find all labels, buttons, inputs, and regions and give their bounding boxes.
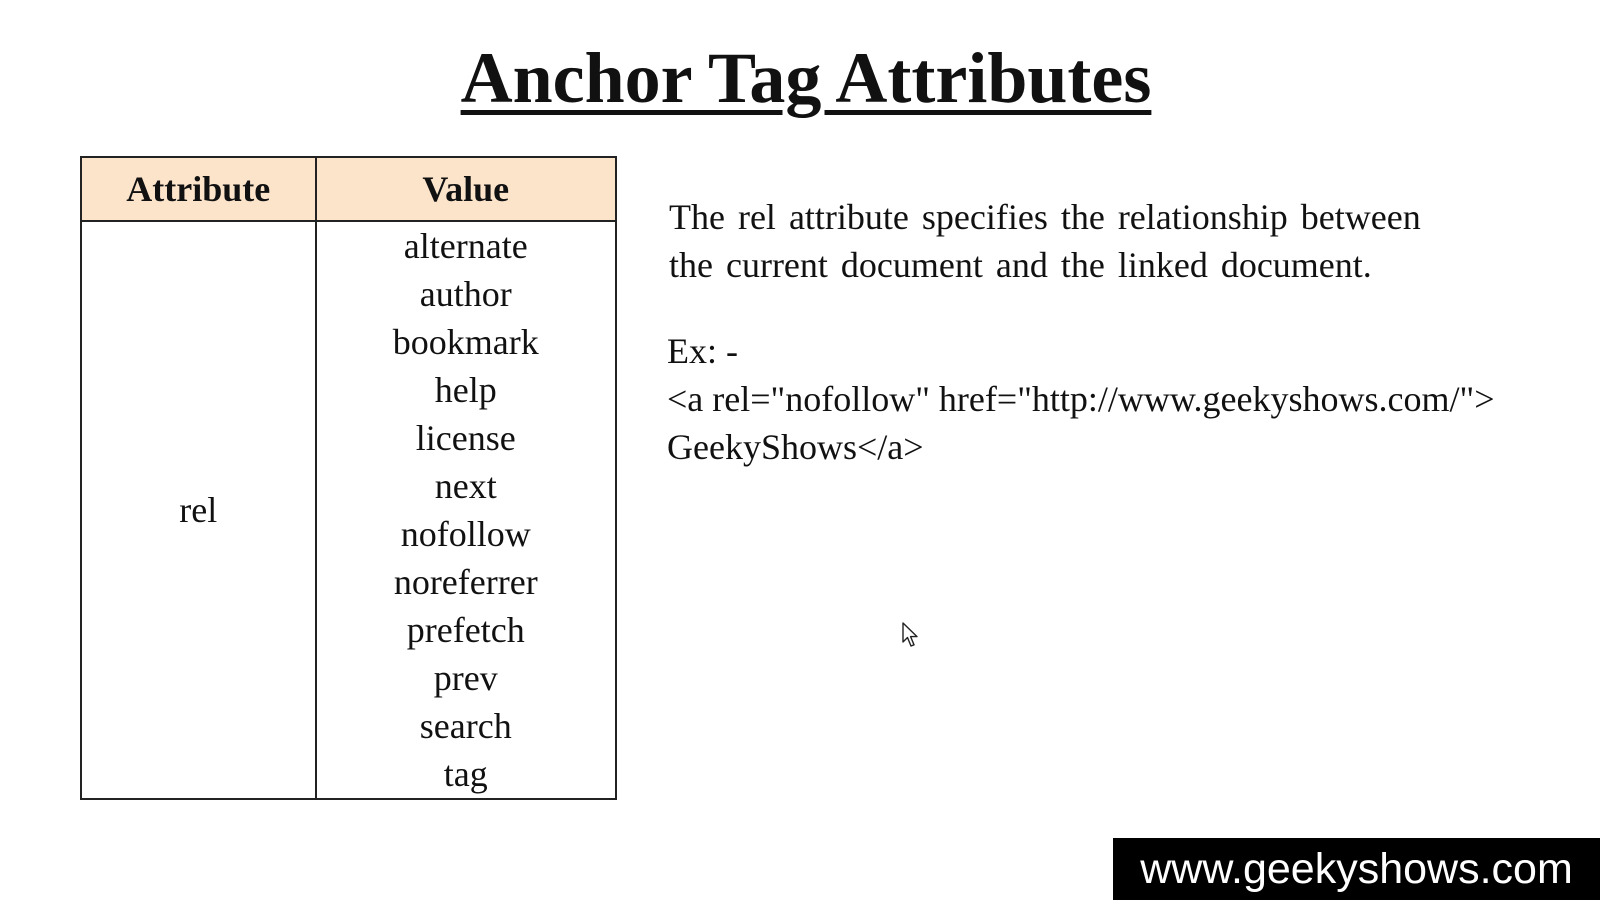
value-item: noreferrer — [393, 562, 538, 602]
watermark-banner: www.geekyshows.com — [1113, 838, 1600, 900]
value-item: help — [434, 370, 497, 410]
example-code-line: GeekyShows</a> — [667, 427, 924, 467]
table-row: rel alternate author bookmark help licen… — [80, 220, 618, 800]
header-attribute: Attribute — [80, 156, 317, 222]
attribute-table: Attribute Value rel alternate author boo… — [80, 156, 618, 800]
code-example: Ex: - <a rel="nofollow" href="http://www… — [667, 327, 1495, 471]
value-item: bookmark — [392, 322, 539, 362]
value-item: prev — [433, 658, 498, 698]
value-item: tag — [443, 754, 488, 794]
rel-description: The rel attribute specifies the relation… — [669, 193, 1421, 289]
values-cell: alternate author bookmark help license n… — [314, 220, 618, 800]
description-line: The rel attribute specifies the relation… — [669, 197, 1421, 237]
example-code-line: <a rel="nofollow" href="http://www.geeky… — [667, 379, 1495, 419]
example-label: Ex: - — [667, 331, 738, 371]
description-line: the current document and the linked docu… — [669, 245, 1372, 285]
value-item: next — [434, 466, 497, 506]
value-item: nofollow — [400, 514, 531, 554]
value-item: license — [415, 418, 516, 458]
value-item: author — [419, 274, 512, 314]
header-value: Value — [314, 156, 618, 222]
value-item: prefetch — [406, 610, 525, 650]
table-header-row: Attribute Value — [80, 156, 618, 222]
page-title: Anchor Tag Attributes — [460, 38, 1152, 118]
value-item: search — [419, 706, 512, 746]
value-item: alternate — [403, 226, 528, 266]
attribute-cell: rel — [80, 220, 317, 800]
mouse-pointer-icon — [902, 622, 918, 647]
